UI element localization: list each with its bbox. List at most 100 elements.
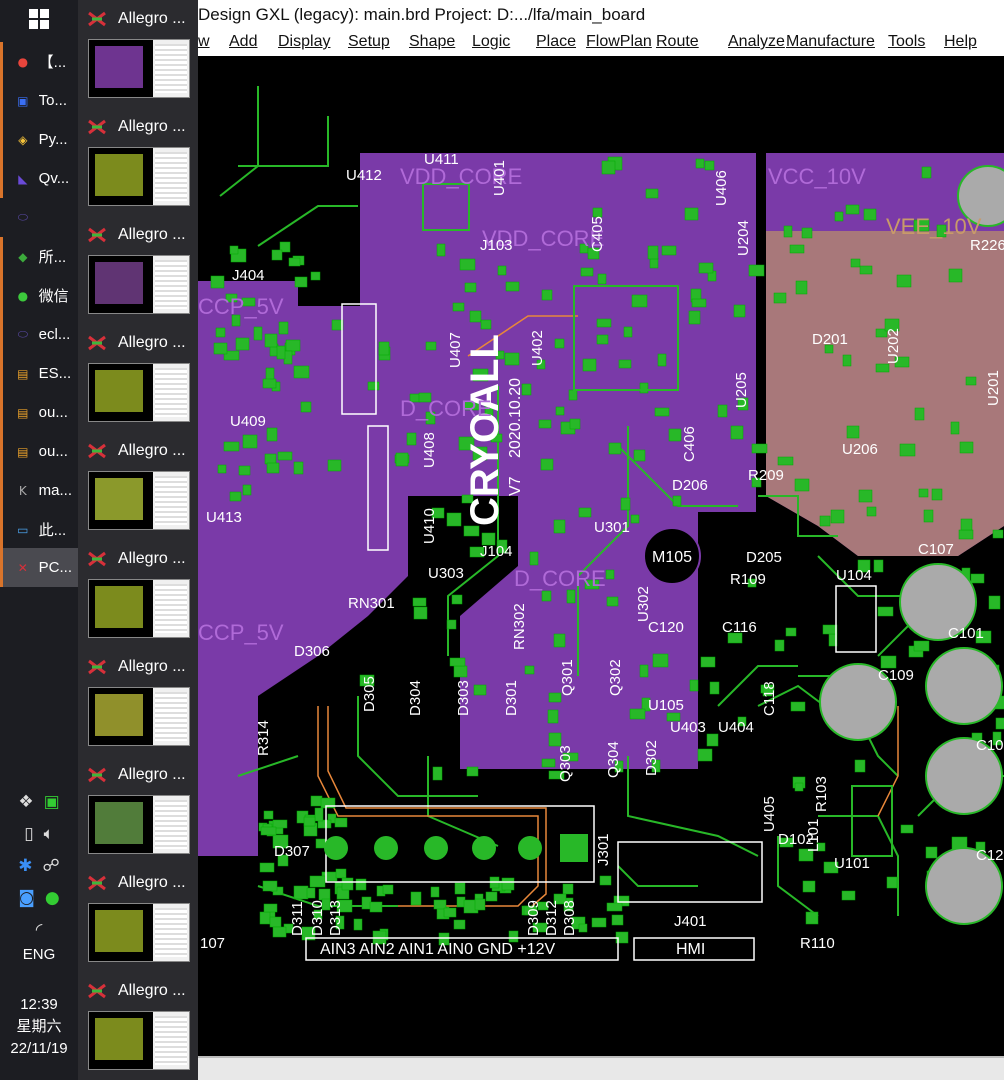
window-preview[interactable]: Allegro ...: [78, 648, 198, 756]
taskbar-app-3[interactable]: ◣ Qv...: [0, 159, 78, 198]
smd-pad: [698, 262, 714, 274]
menu-analyze[interactable]: Analyze: [728, 30, 785, 54]
taskbar-app-9[interactable]: ▤ ou...: [0, 393, 78, 432]
wifi-icon[interactable]: ◜: [36, 920, 43, 940]
smd-pad: [931, 488, 943, 501]
smd-pad: [654, 407, 670, 417]
smd-pad: [863, 208, 877, 221]
refdes-label: D201: [812, 331, 848, 348]
smd-pad: [777, 456, 794, 466]
app-tray-icon[interactable]: ▣: [44, 792, 60, 812]
smd-pad: [235, 337, 250, 351]
refdes-label: Q303: [557, 745, 574, 782]
taskbar-app-0[interactable]: ● 【...: [0, 42, 78, 81]
taskbar-app-13[interactable]: ✕ PC...: [0, 548, 78, 587]
taskbar-app-label: 【...: [38, 54, 67, 71]
refdes-label: C109: [878, 667, 914, 684]
window-preview[interactable]: Allegro ...: [78, 864, 198, 972]
smd-pad: [657, 353, 667, 367]
taskbar-app-label: 此...: [38, 522, 67, 539]
taskbar-app-12[interactable]: ▭ 此...: [0, 510, 78, 549]
smd-pad: [802, 880, 816, 893]
smd-pad: [262, 378, 277, 389]
taskbar-app-5[interactable]: ◆ 所...: [0, 237, 78, 276]
connector-pin: [324, 836, 348, 860]
menu-help[interactable]: Help: [944, 30, 977, 54]
preview-board-fill: [95, 478, 143, 520]
smd-pad: [469, 310, 482, 323]
smd-pad: [215, 327, 226, 338]
window-preview[interactable]: Allegro ...: [78, 108, 198, 216]
start-button[interactable]: [0, 0, 78, 38]
preview-board-fill: [95, 1018, 143, 1060]
window-preview[interactable]: Allegro ...: [78, 432, 198, 540]
capture-icon[interactable]: ◙: [18, 888, 35, 908]
menu-shape[interactable]: Shape: [409, 30, 455, 54]
smd-pad: [785, 627, 797, 637]
smd-pad: [395, 452, 409, 467]
refdes-label: U101: [834, 855, 870, 872]
taskbar-app-8[interactable]: ▤ ES...: [0, 354, 78, 393]
smd-pad: [886, 876, 898, 889]
allegro-icon: [88, 119, 106, 135]
menu-place[interactable]: Place: [536, 30, 576, 54]
allegro-icon: [88, 659, 106, 675]
menu-tools[interactable]: Tools: [888, 30, 925, 54]
smd-pad: [285, 339, 301, 352]
smd-pad: [410, 891, 422, 906]
menu-route[interactable]: Route: [656, 30, 699, 54]
menu-logic[interactable]: Logic: [472, 30, 510, 54]
taskbar-app-4[interactable]: ⬭: [0, 198, 78, 237]
menu-add[interactable]: Add: [229, 30, 257, 54]
taskbar-app-2[interactable]: ◈ Py...: [0, 120, 78, 159]
taskbar-app-1[interactable]: ▣ To...: [0, 81, 78, 120]
smd-pad: [210, 275, 225, 289]
taskbar-app-6[interactable]: ● 微信: [0, 276, 78, 315]
smd-pad: [473, 684, 487, 696]
wechat-tray-icon[interactable]: ●: [45, 888, 60, 908]
window-preview[interactable]: Allegro ...: [78, 216, 198, 324]
language-indicator[interactable]: ENG: [0, 946, 78, 963]
menu-w[interactable]: w: [198, 30, 210, 54]
volume-icon[interactable]: 🔈︎: [44, 824, 54, 844]
smd-pad: [899, 443, 916, 457]
window-preview[interactable]: Allegro ...: [78, 540, 198, 648]
smd-pad: [700, 656, 716, 668]
window-preview[interactable]: Allegro ...: [78, 972, 198, 1080]
smd-pad: [432, 766, 443, 781]
bluetooth-icon[interactable]: ✱: [18, 856, 32, 876]
smd-pad: [278, 321, 289, 335]
smd-pad: [541, 289, 553, 301]
smd-pad: [834, 211, 844, 222]
refdes-label: D206: [672, 477, 708, 494]
smd-pad: [959, 441, 974, 454]
smd-pad: [914, 407, 925, 421]
taskbar-app-label: Qv...: [38, 170, 70, 187]
pcb-canvas[interactable]: CRYOALL V7 2020.10.20 AIN3 AIN2 AIN1 AIN…: [198, 56, 1004, 1056]
menu-display[interactable]: Display: [278, 30, 330, 54]
taskbar-app-11[interactable]: Kma...: [0, 471, 78, 510]
clock[interactable]: 12:39 星期六 22/11/19: [0, 994, 78, 1060]
smd-pad: [361, 896, 372, 910]
preview-sidebar: [155, 152, 187, 201]
refdes-label: R209: [748, 467, 784, 484]
taskbar-app-10[interactable]: ▤ ou...: [0, 432, 78, 471]
connector-j401: [617, 841, 763, 903]
menu-manufacture[interactable]: Manufacture: [786, 30, 875, 54]
window-preview[interactable]: Allegro ...: [78, 0, 198, 108]
dropbox-icon[interactable]: ❖: [18, 792, 33, 812]
smd-pad: [554, 338, 565, 349]
preview-title: Allegro ...: [118, 118, 186, 135]
window-preview[interactable]: Allegro ...: [78, 324, 198, 432]
taskbar-app-7[interactable]: ⬭ ecl...: [0, 315, 78, 354]
smd-pad: [841, 890, 856, 901]
menu-flowplan[interactable]: FlowPlan: [586, 30, 652, 54]
smd-pad: [353, 918, 363, 931]
preview-header: Allegro ...: [88, 118, 186, 136]
usb-icon[interactable]: ▯: [24, 824, 33, 844]
smd-pad: [430, 886, 440, 898]
network-tray-icon[interactable]: ☍: [43, 856, 60, 876]
refdes-label: J104: [480, 543, 513, 560]
menu-setup[interactable]: Setup: [348, 30, 390, 54]
window-preview[interactable]: Allegro ...: [78, 756, 198, 864]
